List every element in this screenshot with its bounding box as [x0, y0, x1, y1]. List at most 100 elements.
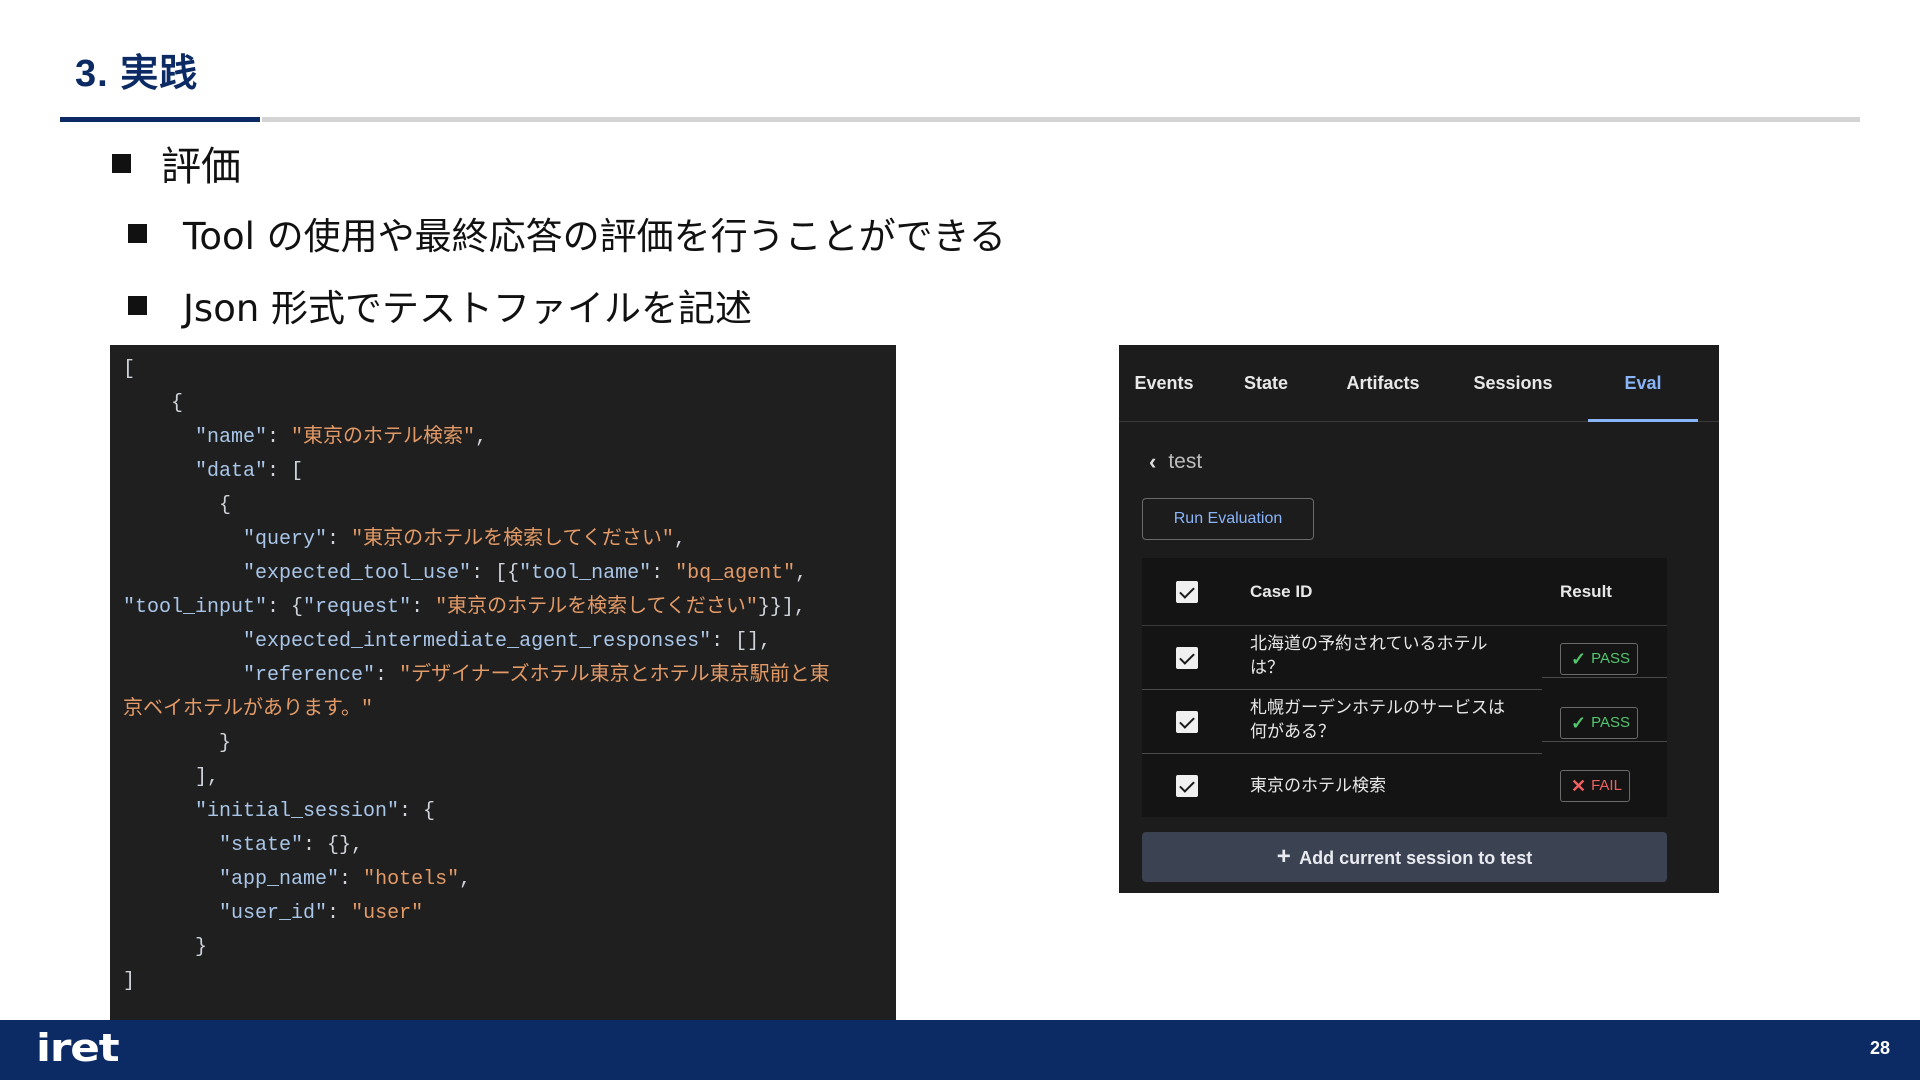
tab-state[interactable]: State	[1216, 345, 1316, 422]
code-punctuation: ,	[795, 562, 808, 585]
code-string: "東京のホテルを検索してください"	[435, 596, 758, 619]
code-punctuation: : {	[399, 800, 436, 823]
tab-artifacts[interactable]: Artifacts	[1324, 345, 1442, 422]
result-badge-fail: ✕ FAIL	[1560, 770, 1630, 802]
table-header: Case ID Result	[1142, 558, 1667, 626]
code-key: "request"	[303, 596, 412, 619]
column-header-result: Result	[1560, 582, 1612, 601]
code-punctuation: :	[339, 868, 364, 891]
add-session-to-test-button[interactable]: + Add current session to test	[1142, 832, 1667, 882]
bullet-square-icon	[128, 223, 147, 243]
case-id-cell: 東京のホテル検索	[1250, 776, 1386, 796]
row-checkbox[interactable]	[1176, 711, 1198, 733]
row-checkbox[interactable]	[1176, 647, 1198, 669]
bullet-text: Tool の使用や最終応答の評価を行うことができる	[183, 215, 1006, 258]
chevron-left-icon: ‹	[1149, 449, 1157, 474]
code-line: [	[123, 353, 135, 387]
code-string: "user"	[351, 902, 424, 925]
code-line: "initial_session": {	[123, 795, 435, 829]
code-punctuation: }	[123, 936, 208, 959]
case-id-cell: 北海道の予約されているホテルは？	[1250, 634, 1488, 678]
code-punctuation: ,	[673, 528, 686, 551]
table-row: 北海道の予約されているホテルは？ ✓ PASS	[1142, 626, 1667, 690]
iret-logo: iret	[36, 1026, 120, 1070]
code-key: "query"	[123, 528, 328, 551]
bullet-evaluation: 評価	[112, 134, 241, 192]
check-icon: ✓	[1571, 713, 1587, 733]
code-punctuation: : {},	[303, 834, 364, 857]
eval-set-name: test	[1168, 450, 1203, 473]
code-string: "東京のホテルを検索してください"	[351, 528, 674, 551]
x-icon: ✕	[1571, 776, 1587, 796]
code-key: "expected_tool_use"	[123, 562, 472, 585]
code-punctuation: [	[123, 358, 136, 381]
slide-title: 3. 実践	[75, 53, 199, 95]
page-number: 28	[1869, 1038, 1890, 1058]
code-line: {	[123, 489, 231, 523]
code-line: }	[123, 727, 231, 761]
column-header-case-id: Case ID	[1250, 582, 1313, 601]
code-punctuation: :	[267, 426, 292, 449]
code-string: "デザイナーズホテル東京とホテル東京駅前と東	[399, 664, 830, 687]
code-punctuation: :	[327, 902, 352, 925]
code-punctuation: :	[411, 596, 436, 619]
code-punctuation: : [],	[711, 630, 772, 653]
code-string: "東京のホテル検索"	[291, 426, 476, 449]
code-line: ]	[123, 965, 135, 999]
code-punctuation: ]	[123, 970, 136, 993]
bullet-square-icon	[112, 153, 131, 173]
table-row: 東京のホテル検索 ✕ FAIL	[1142, 754, 1667, 817]
code-line: ],	[123, 761, 219, 795]
code-line: 京ベイホテルがあります。"	[123, 693, 373, 727]
code-punctuation: :	[375, 664, 400, 687]
footer-bar: iret 28	[0, 1020, 1920, 1080]
tab-sessions[interactable]: Sessions	[1452, 345, 1574, 422]
result-badge-pass: ✓ PASS	[1560, 643, 1638, 675]
title-divider-accent	[60, 117, 260, 122]
bullet-text: 評価	[161, 144, 241, 190]
code-line: "state": {},	[123, 829, 363, 863]
code-line: "expected_intermediate_agent_responses":…	[123, 625, 771, 659]
row-divider	[1542, 677, 1667, 678]
code-string: "hotels"	[363, 868, 460, 891]
code-key: "reference"	[123, 664, 376, 687]
code-key: "tool_name"	[519, 562, 652, 585]
tab-bar: Events State Artifacts Sessions Eval	[1119, 345, 1719, 422]
code-line: "app_name": "hotels",	[123, 863, 471, 897]
code-punctuation: : [	[267, 460, 304, 483]
code-punctuation: : {	[267, 596, 304, 619]
code-punctuation: ,	[459, 868, 472, 891]
code-punctuation: : [{	[471, 562, 520, 585]
code-key: "app_name"	[123, 868, 340, 891]
code-line: "name": "東京のホテル検索",	[123, 421, 487, 455]
tab-eval[interactable]: Eval	[1588, 345, 1698, 422]
bullet-square-icon	[128, 295, 147, 315]
back-to-eval-set[interactable]: ‹ test	[1149, 449, 1202, 475]
json-code-block: [ { "name": "東京のホテル検索", "data": [ { "que…	[110, 345, 896, 1020]
case-id-cell: 札幌ガーデンホテルのサービスは何がある？	[1250, 698, 1505, 742]
row-checkbox[interactable]	[1176, 775, 1198, 797]
code-key: "state"	[123, 834, 304, 857]
code-line: "expected_tool_use": [{"tool_name": "bq_…	[123, 557, 807, 591]
bullet-json-format: Json 形式でテストファイルを記述	[128, 278, 752, 332]
check-icon: ✓	[1571, 649, 1587, 669]
code-key: "tool_input"	[123, 596, 268, 619]
tab-events[interactable]: Events	[1119, 345, 1209, 422]
code-punctuation: }	[123, 732, 232, 755]
run-evaluation-button[interactable]: Run Evaluation	[1142, 498, 1314, 540]
eval-cases-table: Case ID Result 北海道の予約されているホテルは？ ✓ PASS 札…	[1142, 558, 1667, 817]
add-session-label: Add current session to test	[1299, 848, 1533, 868]
code-line: "query": "東京のホテルを検索してください",	[123, 523, 686, 557]
result-badge-pass: ✓ PASS	[1560, 707, 1638, 739]
code-line: "data": [	[123, 455, 303, 489]
code-punctuation: }}],	[757, 596, 806, 619]
code-line: "tool_input": {"request": "東京のホテルを検索してくだ…	[123, 591, 806, 625]
code-key: "name"	[123, 426, 268, 449]
code-line: "user_id": "user"	[123, 897, 423, 931]
bullet-tool-usage: Tool の使用や最終応答の評価を行うことができる	[128, 206, 1006, 260]
code-punctuation: :	[327, 528, 352, 551]
result-label: FAIL	[1591, 777, 1622, 794]
code-punctuation: {	[123, 494, 232, 517]
code-key: "data"	[123, 460, 268, 483]
select-all-checkbox[interactable]	[1176, 581, 1198, 603]
